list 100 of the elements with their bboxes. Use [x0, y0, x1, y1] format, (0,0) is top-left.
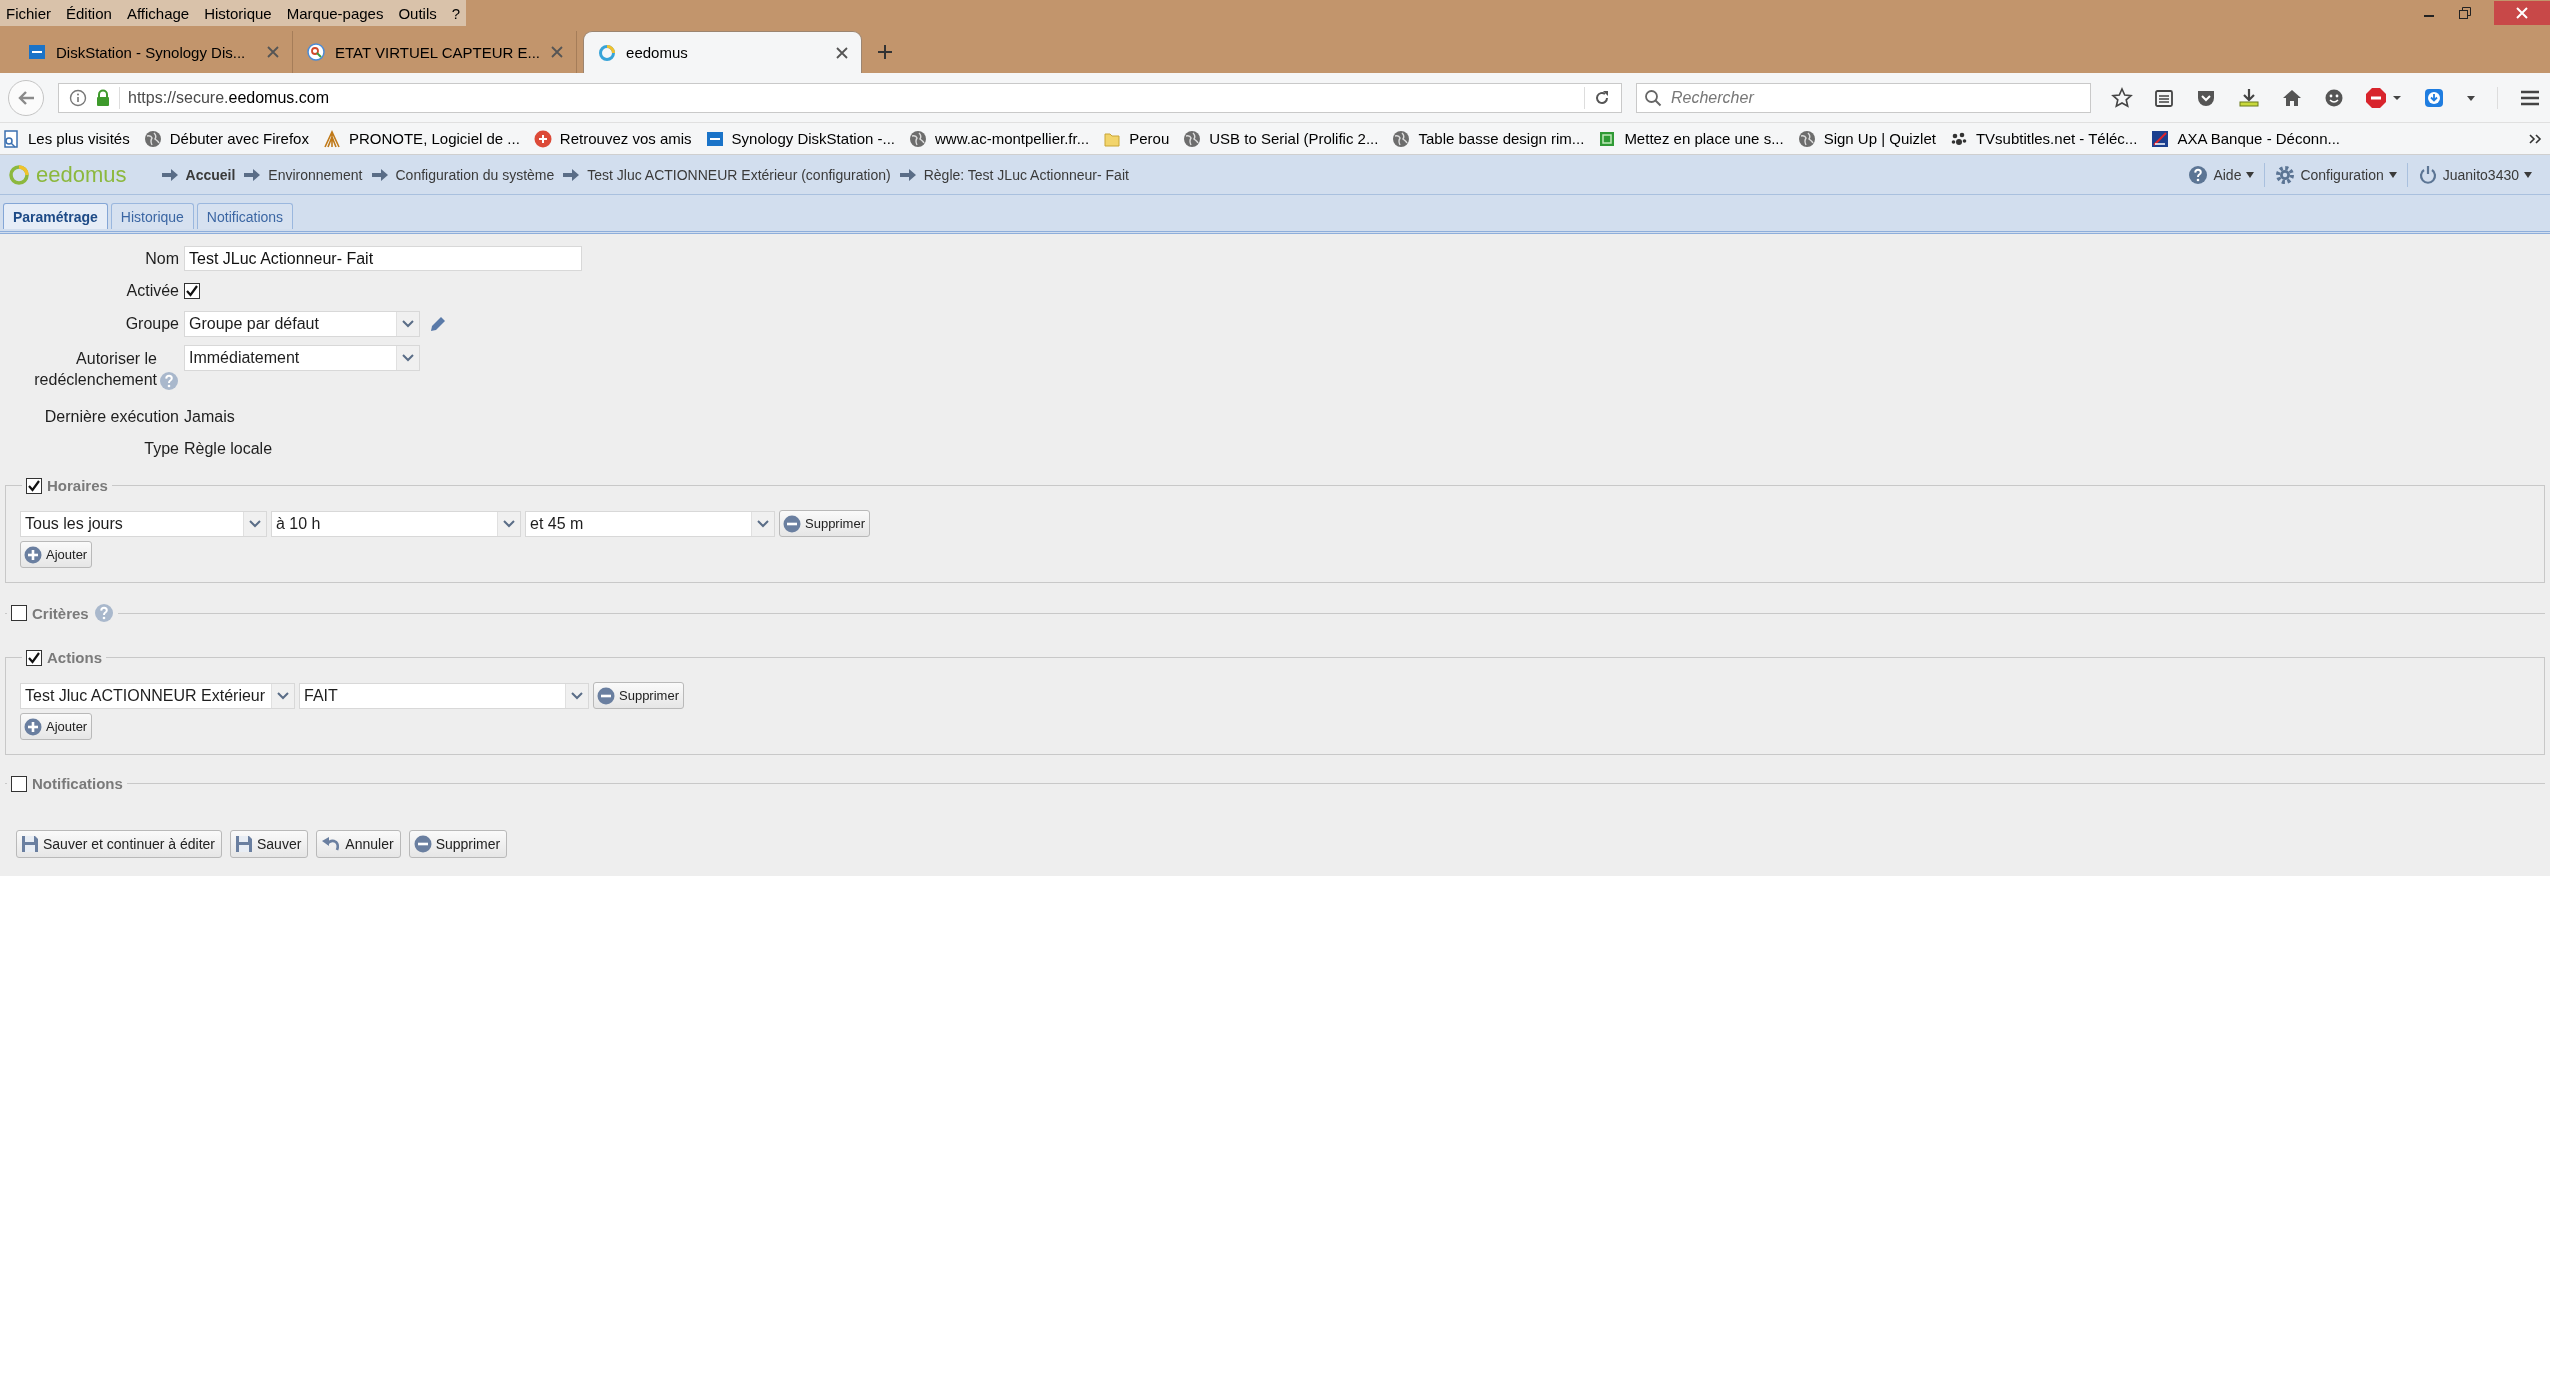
breadcrumb-link[interactable]: Test Jluc ACTIONNEUR Extérieur (configuration)	[587, 166, 891, 183]
globe-icon	[1392, 129, 1411, 148]
chevron-icon	[503, 519, 515, 528]
address-bar[interactable]: https://secure.eedomus.com	[58, 82, 1622, 113]
globe-icon	[1183, 129, 1202, 148]
restore-icon[interactable]	[2458, 6, 2472, 20]
field-value: Jamais	[184, 408, 235, 426]
bookmark-link[interactable]: Retrouvez vos amis	[533, 129, 692, 148]
delete-button[interactable]: Supprimer	[779, 510, 870, 537]
dropdown[interactable]: Immédiatement	[184, 345, 420, 371]
close-icon[interactable]	[2494, 1, 2550, 25]
bookmark-link[interactable]: www.ac-montpellier.fr...	[909, 129, 1090, 148]
menu-item[interactable]: Outils	[398, 4, 437, 22]
menu-item[interactable]: Fichier	[6, 4, 51, 22]
save-button[interactable]: Sauver	[230, 830, 309, 858]
undo-arrow-icon	[321, 835, 342, 853]
arrow-icon	[243, 167, 262, 182]
checkbox[interactable]	[11, 605, 27, 621]
section-title: Critères	[32, 604, 89, 622]
delete-button[interactable]: Supprimer	[593, 682, 684, 709]
field-label: Autoriser le redéclenchement	[33, 349, 157, 390]
field-label: Groupe	[125, 315, 179, 332]
bookmark-link[interactable]: Mettez en place une s...	[1598, 129, 1784, 148]
download-icon[interactable]	[2237, 86, 2261, 109]
star-icon[interactable]	[2111, 86, 2133, 109]
bookmark-link[interactable]: PRONOTE, Logiciel de ...	[322, 129, 520, 148]
breadcrumb-link[interactable]: Configuration du système	[395, 166, 555, 183]
bookmark-link[interactable]: Sign Up | Quizlet	[1797, 129, 1936, 148]
page-tab[interactable]: Paramétrage	[3, 203, 108, 229]
dropdown[interactable]: et 45 m	[525, 510, 775, 537]
menu-item[interactable]: Marque-pages	[286, 4, 384, 22]
chevron-icon	[277, 691, 289, 700]
bookmark-link[interactable]: TVsubtitles.net - Téléc...	[1949, 129, 2138, 148]
square-logo-icon	[705, 129, 724, 148]
arrow-icon	[562, 167, 581, 182]
menu-item[interactable]: Édition	[66, 4, 112, 22]
field-label: Dernière exécution	[44, 408, 179, 425]
menu-link[interactable]: Configuration	[2300, 166, 2384, 183]
bookmark-link[interactable]: Table basse design rim...	[1392, 129, 1585, 148]
dropdown[interactable]: Tous les jours	[20, 510, 267, 537]
field-value: Règle locale	[184, 440, 273, 458]
menu-link[interactable]: Juanito3430	[2442, 166, 2519, 183]
plus-circle-icon	[533, 129, 552, 148]
chevron-icon	[757, 519, 769, 528]
bookmark-link[interactable]: USB to Serial (Prolific 2...	[1183, 129, 1379, 148]
bookmark-link[interactable]: Perou	[1103, 129, 1170, 148]
chevron-icon	[402, 354, 414, 362]
menu-item[interactable]: ?	[451, 4, 461, 22]
dropdown[interactable]: FAIT	[299, 682, 589, 709]
check-icon	[27, 478, 41, 493]
stop-sign-icon[interactable]	[2365, 86, 2403, 109]
caret-icon[interactable]	[2246, 171, 2255, 178]
close-icon[interactable]	[266, 45, 280, 59]
search-field[interactable]: Rechercher	[1636, 82, 2091, 113]
bookmark-link[interactable]: Les plus visités	[2, 129, 130, 148]
breadcrumb-link[interactable]: Environnement	[268, 166, 363, 183]
back-button[interactable]	[8, 79, 44, 116]
square-icon	[1598, 129, 1617, 148]
globe-icon	[909, 129, 927, 148]
caret-icon[interactable]	[2524, 171, 2532, 178]
checkbox[interactable]	[11, 775, 27, 792]
menu-item[interactable]: Historique	[204, 4, 272, 22]
dropdown[interactable]: Test Jluc ACTIONNEUR Extérieur	[20, 682, 295, 709]
page-tab[interactable]: Notifications	[196, 203, 294, 229]
close-icon[interactable]	[550, 45, 565, 59]
delete-button[interactable]: Supprimer	[408, 830, 508, 858]
reload-icon[interactable]	[1593, 88, 1611, 107]
check-icon	[27, 650, 41, 665]
bookmark-link[interactable]: Débuter avec Firefox	[143, 129, 309, 148]
bookmark-link[interactable]: AXA Banque - Déconn...	[2151, 129, 2340, 148]
checkbox[interactable]	[26, 477, 42, 494]
add-button[interactable]: Ajouter	[20, 541, 93, 568]
plus-icon[interactable]	[876, 43, 895, 61]
pencil-icon[interactable]	[428, 314, 448, 334]
save-button[interactable]: Sauver et continuer à éditer	[16, 830, 222, 858]
checkbox[interactable]	[26, 649, 42, 666]
name-field[interactable]: Test JLuc Actionneur- Fait	[184, 246, 582, 271]
bookmark-link[interactable]: Synology DiskStation -...	[705, 129, 895, 148]
gear-icon	[2275, 164, 2296, 185]
breadcrumb-link[interactable]: Règle: Test JLuc Actionneur- Fait	[923, 166, 1129, 183]
ring-icon	[598, 43, 617, 62]
section-title: Actions	[47, 649, 102, 666]
breadcrumb-link[interactable]: Accueil	[185, 166, 236, 183]
caret-icon[interactable]	[2388, 171, 2397, 178]
check-icon	[185, 284, 199, 298]
checkbox[interactable]	[184, 283, 200, 299]
dropdown[interactable]: à 10 h	[271, 510, 521, 537]
add-button[interactable]: Ajouter	[20, 713, 93, 740]
page-tab[interactable]: Historique	[110, 203, 194, 229]
browser-tab[interactable]: eedomus	[583, 31, 863, 73]
arrow-icon	[370, 167, 389, 182]
menu-link[interactable]: Aide	[2213, 166, 2242, 183]
menu-item[interactable]: Affichage	[126, 4, 190, 22]
dropdown[interactable]: Groupe par défaut	[184, 311, 420, 337]
chevron-icon	[249, 519, 261, 528]
cancel-button[interactable]: Annuler	[316, 830, 401, 858]
lock-icon	[95, 88, 111, 107]
field-label: Nom	[145, 249, 179, 267]
close-icon[interactable]	[835, 45, 850, 60]
square-logo-icon	[28, 43, 46, 61]
